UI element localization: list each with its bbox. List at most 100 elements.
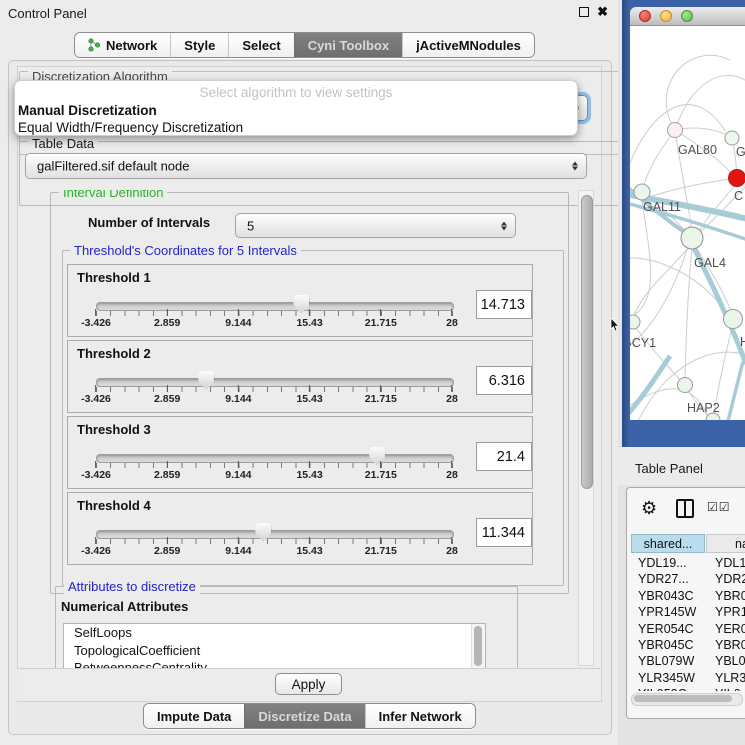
table-cell[interactable]: YPR1 (715, 604, 745, 620)
tick-label: 21.715 (365, 461, 397, 481)
dropdown-option-equal-width[interactable]: Equal Width/Frequency Discretization (15, 119, 577, 137)
table-cell[interactable]: YIL052C (638, 686, 687, 691)
number-of-intervals-select[interactable]: 5 (235, 213, 516, 238)
threshold-label: Threshold 4 (77, 498, 151, 513)
table-cell[interactable]: YBR0 (715, 637, 745, 653)
tick-label: 9.144 (225, 309, 251, 329)
numerical-attributes-label: Numerical Attributes (61, 599, 188, 614)
group-title: Table Data (28, 136, 98, 151)
network-edge (685, 249, 692, 378)
threshold-value-field[interactable]: 14.713 (476, 290, 532, 319)
gear-icon[interactable]: ⚙ (641, 498, 657, 518)
close-icon[interactable]: ✖ (597, 6, 608, 17)
table-row[interactable]: YPR145W YPR1 (631, 604, 745, 620)
float-window-icon[interactable] (579, 7, 589, 17)
network-node[interactable] (630, 315, 640, 329)
tab-impute-data[interactable]: Impute Data (144, 704, 244, 728)
node-label: H (740, 335, 745, 349)
threshold-value-field[interactable]: 11.344 (476, 518, 532, 547)
table-cell[interactable]: YLR3 (715, 670, 745, 686)
table-cell[interactable]: YER0 (715, 621, 745, 637)
table-cell[interactable]: YBL079W (638, 653, 694, 669)
network-canvas[interactable]: GAL80GACGAL11GAL4HGCY1HAP2 (630, 26, 745, 420)
network-edge (630, 356, 670, 416)
threshold-value-field[interactable]: 6.316 (476, 366, 532, 395)
table-cell[interactable]: YIL0 (715, 686, 741, 691)
tab-discretize-data[interactable]: Discretize Data (244, 704, 364, 728)
table-cell[interactable]: YDL19... (638, 555, 687, 571)
network-node[interactable] (725, 131, 739, 145)
node-label: C (734, 189, 743, 203)
table-cell[interactable]: YDR27... (638, 571, 689, 587)
tab-style[interactable]: Style (170, 33, 228, 57)
apply-button[interactable]: Apply (275, 673, 343, 695)
table-cell[interactable]: YBR043C (638, 588, 694, 604)
scrollbar-thumb[interactable] (581, 195, 593, 489)
table-body: YDL19...YDL1YDR27...YDR2YBR043CYBR0YPR14… (631, 555, 745, 691)
network-edge (646, 179, 729, 198)
attribute-list-item[interactable]: TopologicalCoefficient (64, 642, 485, 660)
close-traffic-light-icon[interactable] (639, 10, 651, 22)
tab-cyni-toolbox[interactable]: Cyni Toolbox (294, 33, 402, 57)
table-data-select[interactable]: galFiltered.sif default node (25, 153, 587, 179)
tick-label: 21.715 (365, 385, 397, 405)
tick-label: 21.715 (365, 537, 397, 557)
tick-label: 9.144 (225, 461, 251, 481)
table-row[interactable]: YDR27... YDR2 (631, 571, 745, 587)
control-panel-window: Control Panel ✖ Network Style Select Cyn (0, 0, 618, 745)
select-columns-icon[interactable]: ☑☑ (707, 500, 731, 514)
scrollbar-thumb[interactable] (634, 695, 732, 702)
table-cell[interactable]: YER054C (638, 621, 694, 637)
tick-label: -3.426 (81, 537, 111, 557)
window-title: Control Panel (8, 6, 87, 21)
tick-label: 2.859 (154, 537, 180, 557)
network-node[interactable] (729, 170, 745, 187)
tab-label: Network (106, 38, 157, 53)
table-row[interactable]: YIL052C YIL0 (631, 686, 745, 691)
selected-table: galFiltered.sif default node (37, 159, 189, 174)
list-scrollbar[interactable] (471, 624, 485, 668)
tick-label: 9.144 (225, 537, 251, 557)
table-cell[interactable]: YBR0 (715, 588, 745, 604)
table-cell[interactable]: YPR145W (638, 604, 696, 620)
tab-select[interactable]: Select (228, 33, 293, 57)
dropdown-option-manual[interactable]: Manual Discretization (15, 102, 577, 120)
table-cell[interactable]: YDL1 (715, 555, 745, 571)
table-horizontal-scrollbar[interactable] (631, 693, 743, 706)
tab-infer-network[interactable]: Infer Network (365, 704, 475, 728)
network-node[interactable] (678, 378, 693, 393)
threshold-label: Threshold 3 (77, 422, 151, 437)
column-header-shared-name[interactable]: shared... (631, 534, 705, 553)
panel-scrollbar[interactable] (578, 190, 594, 666)
tick-label: 28 (446, 385, 458, 405)
table-row[interactable]: YBL079W YBL0 (631, 653, 745, 669)
tick-label: 2.859 (154, 461, 180, 481)
network-node[interactable] (681, 227, 703, 249)
attribute-list-item[interactable]: SelfLoops (64, 624, 485, 642)
table-row[interactable]: YER054C YER0 (631, 621, 745, 637)
table-row[interactable]: YLR345W YLR3 (631, 670, 745, 686)
network-node[interactable] (668, 123, 683, 138)
attribute-list-item[interactable]: BetweennessCentrality (64, 659, 485, 668)
tab-jactivemnodules[interactable]: jActiveMNodules (402, 33, 534, 57)
network-node[interactable] (724, 310, 743, 329)
threshold-value-field[interactable]: 21.4 (476, 442, 532, 471)
table-cell[interactable]: YLR345W (638, 670, 695, 686)
table-row[interactable]: YDL19... YDL1 (631, 555, 745, 571)
table-cell[interactable]: YBR045C (638, 637, 694, 653)
dropdown-placeholder: Select algorithm to view settings (15, 84, 577, 102)
group-title: Threshold's Coordinates for 5 Intervals (70, 243, 301, 258)
scrollbar-thumb[interactable] (474, 626, 482, 666)
table-row[interactable]: YBR045C YBR0 (631, 637, 745, 653)
network-node[interactable] (634, 184, 650, 200)
table-cell[interactable]: YBL0 (715, 653, 745, 669)
minimize-traffic-light-icon[interactable] (660, 10, 672, 22)
slider-tick-labels: -3.4262.8599.14415.4321.71528 (96, 537, 452, 559)
column-header-name[interactable]: na (706, 534, 745, 553)
table-cell[interactable]: YDR2 (715, 571, 745, 587)
table-row[interactable]: YBR043C YBR0 (631, 588, 745, 604)
tab-network[interactable]: Network (75, 33, 170, 57)
zoom-traffic-light-icon[interactable] (681, 10, 693, 22)
tab-label: Impute Data (157, 709, 231, 724)
columns-icon[interactable] (676, 499, 694, 518)
